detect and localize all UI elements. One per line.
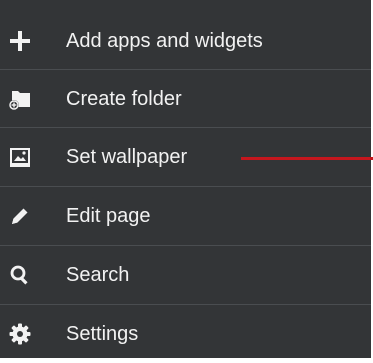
menu-item-settings[interactable]: Settings bbox=[0, 305, 371, 363]
folder-add-icon bbox=[8, 87, 32, 111]
menu-item-label: Edit page bbox=[66, 205, 151, 227]
search-icon bbox=[8, 263, 32, 287]
options-menu: Add apps and widgets Create folder Set w… bbox=[0, 0, 373, 358]
wallpaper-icon bbox=[8, 145, 32, 169]
menu-item-create-folder[interactable]: Create folder bbox=[0, 70, 371, 128]
menu-item-label: Set wallpaper bbox=[66, 146, 188, 168]
menu-item-label: Add apps and widgets bbox=[66, 30, 263, 52]
annotation-arrow-line bbox=[241, 157, 373, 160]
menu-item-search[interactable]: Search bbox=[0, 246, 371, 304]
menu-item-label: Settings bbox=[66, 323, 139, 345]
pencil-icon bbox=[8, 204, 32, 228]
plus-icon bbox=[8, 29, 32, 53]
menu-item-edit-page[interactable]: Edit page bbox=[0, 187, 371, 245]
gear-icon bbox=[8, 322, 32, 346]
menu-item-add-apps-widgets[interactable]: Add apps and widgets bbox=[0, 12, 371, 70]
menu-item-label: Create folder bbox=[66, 88, 182, 110]
menu-item-label: Search bbox=[66, 264, 130, 286]
